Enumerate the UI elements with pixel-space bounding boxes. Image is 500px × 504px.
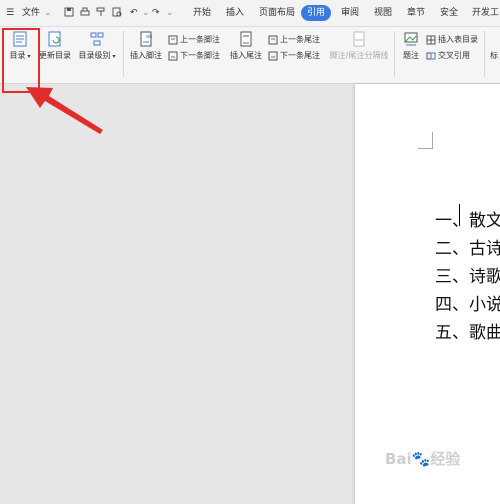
toc-line-3[interactable]: 三、诗歌 (435, 262, 500, 287)
baidu-watermark: Bai🐾经验 (385, 450, 461, 468)
toc-line-4[interactable]: 四、小说 (435, 290, 500, 315)
toc-line-5[interactable]: 五、歌曲 (435, 318, 500, 343)
document-page[interactable]: 一、散文 二、古诗 三、诗歌 四、小说 五、歌曲 (355, 84, 500, 504)
page-margin-marker (418, 132, 433, 149)
toc-line-1[interactable]: 一、散文 (435, 206, 500, 231)
toc-line-2[interactable]: 二、古诗 (435, 234, 500, 259)
